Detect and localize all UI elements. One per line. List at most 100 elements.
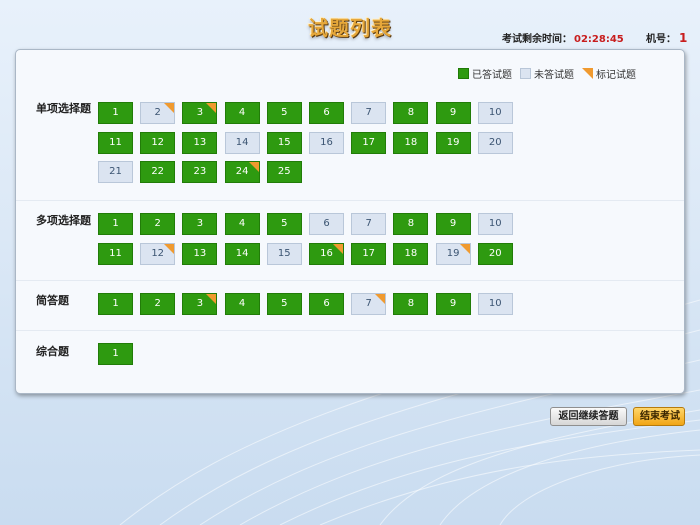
question-button[interactable]: 14 xyxy=(224,131,260,154)
question-number: 10 xyxy=(488,218,502,229)
question-button[interactable]: 1 xyxy=(98,293,133,315)
question-button[interactable]: 7 xyxy=(351,102,387,124)
question-button[interactable]: 5 xyxy=(266,293,302,315)
question-button[interactable]: 8 xyxy=(393,293,429,315)
section-label: 综合题 xyxy=(36,345,69,358)
question-number: 4 xyxy=(238,107,246,118)
question-button[interactable]: 12 xyxy=(140,242,176,265)
question-section: 多项选择题 1 2 3 4 5 6 7 8 9 10 11 12 13 14 15 16 17 18 19 20 xyxy=(16,200,684,280)
question-button[interactable]: 24 xyxy=(224,161,260,183)
back-to-exam-button[interactable]: 返回继续答题 xyxy=(550,407,627,426)
question-number: 19 xyxy=(446,136,460,148)
question-number: 13 xyxy=(193,247,207,259)
question-button[interactable]: 2 xyxy=(140,102,176,124)
question-button[interactable]: 12 xyxy=(140,131,176,154)
question-button[interactable]: 22 xyxy=(140,161,176,183)
question-button[interactable]: 3 xyxy=(182,102,218,124)
question-button[interactable]: 15 xyxy=(266,242,302,265)
question-number: 6 xyxy=(323,218,330,229)
question-button[interactable]: 16 xyxy=(309,242,344,265)
question-button[interactable]: 6 xyxy=(309,102,344,124)
question-number: 2 xyxy=(154,298,161,309)
question-number: 17 xyxy=(362,136,376,148)
machine-label: 机号： xyxy=(646,34,676,45)
question-number: 5 xyxy=(281,218,288,229)
question-button[interactable]: 10 xyxy=(477,293,513,315)
question-button[interactable]: 4 xyxy=(224,213,260,235)
question-number: 1 xyxy=(112,107,119,118)
question-button[interactable]: 17 xyxy=(351,242,387,265)
question-number: 2 xyxy=(154,107,161,118)
question-button[interactable]: 18 xyxy=(393,131,429,154)
question-number: 10 xyxy=(488,107,502,118)
question-number: 8 xyxy=(407,107,415,118)
question-button[interactable]: 20 xyxy=(477,242,513,265)
question-button[interactable]: 6 xyxy=(309,293,344,315)
question-button[interactable]: 13 xyxy=(182,131,218,154)
question-button[interactable]: 6 xyxy=(309,213,344,235)
question-button[interactable]: 8 xyxy=(393,102,429,124)
question-number: 20 xyxy=(488,136,502,148)
question-button[interactable]: 11 xyxy=(98,242,133,265)
question-button[interactable]: 7 xyxy=(351,293,387,315)
question-button[interactable]: 17 xyxy=(351,131,387,154)
question-number: 15 xyxy=(277,247,291,259)
question-button[interactable]: 23 xyxy=(182,161,218,183)
question-button[interactable]: 1 xyxy=(98,102,133,124)
question-button[interactable]: 20 xyxy=(477,131,513,154)
question-number: 7 xyxy=(365,218,372,229)
question-number: 2 xyxy=(154,218,161,229)
question-button[interactable]: 3 xyxy=(182,213,218,235)
question-button[interactable]: 9 xyxy=(435,213,471,235)
question-button[interactable]: 2 xyxy=(140,213,176,235)
question-button[interactable]: 19 xyxy=(435,242,471,265)
question-number: 11 xyxy=(109,247,122,259)
question-button[interactable]: 4 xyxy=(224,293,260,315)
question-button[interactable]: 14 xyxy=(224,242,260,265)
question-number: 7 xyxy=(365,298,372,309)
question-number: 22 xyxy=(151,166,165,177)
question-button[interactable]: 5 xyxy=(266,213,302,235)
question-button[interactable]: 8 xyxy=(393,213,429,235)
end-exam-button[interactable]: 结束考试 xyxy=(633,407,685,426)
marked-flag-icon xyxy=(164,103,175,113)
question-button[interactable]: 10 xyxy=(477,213,513,235)
section-label: 单项选择题 xyxy=(36,102,91,115)
question-button[interactable]: 1 xyxy=(98,343,133,365)
question-number: 19 xyxy=(446,247,460,259)
question-button[interactable]: 7 xyxy=(351,213,387,235)
timer-value: 02:28:45 xyxy=(574,34,624,45)
question-section: 综合题 1 xyxy=(16,330,684,394)
marked-flag-icon xyxy=(459,243,470,254)
question-number: 18 xyxy=(404,247,418,259)
section-label: 多项选择题 xyxy=(36,214,91,227)
question-button[interactable]: 4 xyxy=(224,102,260,124)
question-number: 14 xyxy=(235,136,249,148)
question-button[interactable]: 18 xyxy=(393,242,429,265)
question-button[interactable]: 1 xyxy=(98,213,133,235)
question-button[interactable]: 9 xyxy=(435,102,471,124)
question-button[interactable]: 15 xyxy=(266,131,302,154)
marked-flag-icon xyxy=(206,294,217,304)
question-button[interactable]: 21 xyxy=(98,161,133,183)
question-button[interactable]: 5 xyxy=(266,102,302,124)
question-number: 23 xyxy=(193,166,207,177)
question-number: 9 xyxy=(449,218,457,229)
question-number: 4 xyxy=(238,218,246,229)
question-button[interactable]: 10 xyxy=(477,102,513,124)
exam-timer: 考试剩余时间： 02:28:45 xyxy=(502,30,624,45)
question-number: 14 xyxy=(235,247,249,259)
timer-label: 考试剩余时间： xyxy=(502,34,572,45)
question-number: 10 xyxy=(488,298,502,309)
machine-number: 机号： 1 xyxy=(646,30,687,45)
question-button[interactable]: 25 xyxy=(266,161,302,183)
question-button[interactable]: 3 xyxy=(182,293,218,315)
question-button[interactable]: 19 xyxy=(435,131,471,154)
question-button[interactable]: 13 xyxy=(182,242,218,265)
question-number: 7 xyxy=(365,107,372,118)
question-button[interactable]: 9 xyxy=(435,293,471,315)
question-button[interactable]: 16 xyxy=(309,131,344,154)
marked-flag-icon xyxy=(206,103,217,113)
question-button[interactable]: 11 xyxy=(98,131,133,154)
question-button[interactable]: 2 xyxy=(140,293,176,315)
